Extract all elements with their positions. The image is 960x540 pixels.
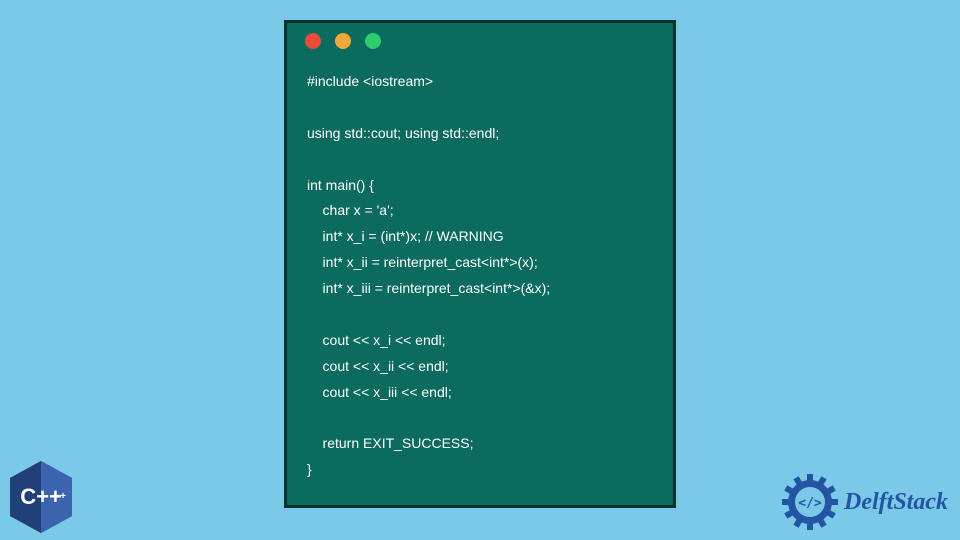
- svg-text:+: +: [53, 491, 59, 502]
- svg-text:+: +: [60, 491, 66, 502]
- brand-name: DelftStack: [844, 489, 948, 516]
- svg-text:</>: </>: [798, 496, 822, 511]
- maximize-icon: [365, 33, 381, 49]
- window-titlebar: [287, 23, 673, 59]
- brand-logo: </> DelftStack: [782, 474, 948, 530]
- minimize-icon: [335, 33, 351, 49]
- code-body: #include <iostream> using std::cout; usi…: [287, 59, 673, 501]
- cpp-badge-icon: C++ + +: [8, 460, 74, 534]
- gear-icon: </>: [782, 474, 838, 530]
- code-window: #include <iostream> using std::cout; usi…: [284, 20, 676, 508]
- close-icon: [305, 33, 321, 49]
